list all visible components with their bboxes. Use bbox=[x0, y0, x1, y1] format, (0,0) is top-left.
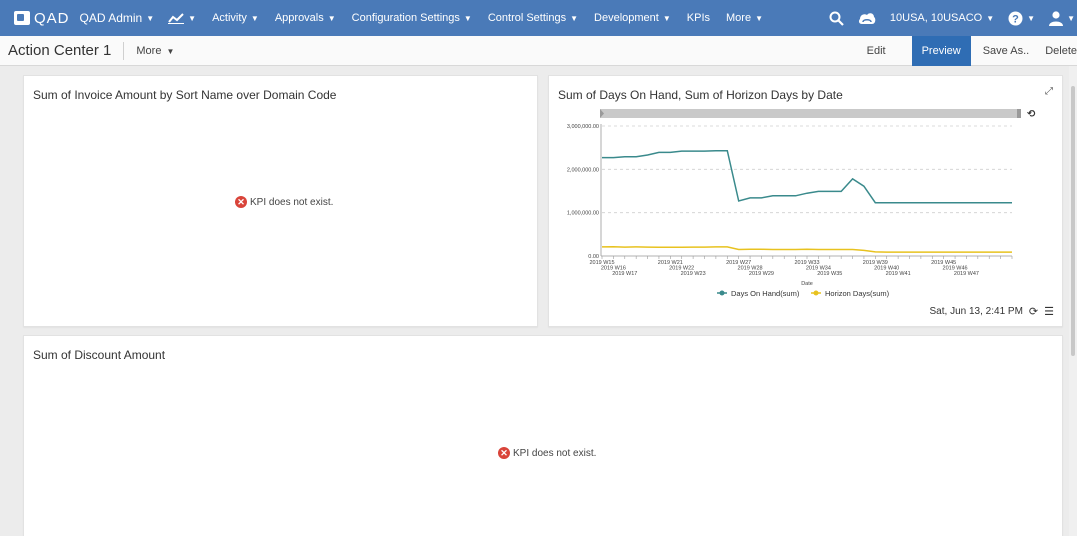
x-tick-label: 2019 W35 bbox=[817, 271, 842, 277]
caret-down-icon: ▼ bbox=[327, 13, 336, 23]
series-line-horizon-days bbox=[601, 245, 1012, 253]
preview-button[interactable]: Preview bbox=[911, 36, 971, 66]
range-selector bbox=[600, 109, 1020, 118]
top-nav: QAD QAD Admin ▼ ▼ Activity ▼ Approvals ▼ C… bbox=[0, 0, 1077, 36]
caret-down-icon: ▼ bbox=[250, 13, 259, 23]
nav-approvals-label: Approvals bbox=[274, 12, 324, 24]
domain-selector[interactable]: 10USA, 10USACO ▼ bbox=[890, 12, 994, 24]
nav-kpis-label: KPIs bbox=[686, 12, 710, 24]
nav-admin-label: QAD Admin bbox=[79, 11, 143, 25]
delete-button[interactable]: Delete bbox=[1037, 36, 1077, 66]
chart-icon bbox=[168, 13, 185, 24]
divider bbox=[123, 41, 125, 60]
nav-more[interactable]: More ▼ bbox=[726, 12, 763, 24]
kpi-panel-invoice: Sum of Invoice Amount by Sort Name over … bbox=[23, 75, 538, 327]
nav-control-settings[interactable]: Control Settings ▼ bbox=[488, 12, 578, 24]
y-tick-label: 3,000,000.00 bbox=[567, 124, 599, 130]
panel-title: Sum of Discount Amount bbox=[33, 348, 166, 362]
y-tick-label: 1,000,000.00 bbox=[567, 211, 599, 217]
x-tick-label: 2019 W29 bbox=[749, 271, 774, 277]
page-scrollbar[interactable] bbox=[1069, 66, 1077, 536]
range-handle-right bbox=[1017, 109, 1021, 118]
list-icon[interactable]: ☰ bbox=[1044, 305, 1054, 318]
page-header: Action Center 1 More ▼ Edit Preview Save … bbox=[0, 36, 1077, 66]
cloud-button[interactable] bbox=[858, 12, 876, 25]
domain-selector-label: 10USA, 10USACO bbox=[889, 12, 983, 24]
legend-marker bbox=[813, 290, 819, 296]
x-axis-label: Date bbox=[801, 281, 813, 287]
line-chart: ⟲0.001,000,000.002,000,000.003,000,000.0… bbox=[567, 109, 1036, 298]
page-actions: Edit Preview Save As.. Delete bbox=[859, 36, 1077, 66]
kpi-error-message: ✕ KPI does not exist. bbox=[498, 447, 596, 459]
search-icon bbox=[829, 11, 844, 26]
caret-down-icon: ▼ bbox=[1067, 13, 1075, 23]
kpi-error-message: ✕ KPI does not exist. bbox=[235, 196, 333, 208]
nav-configuration-settings-label: Configuration Settings bbox=[351, 12, 460, 24]
cloud-icon bbox=[858, 12, 876, 24]
chart-footer: Sat, Jun 13, 2:41 PM ⟳ ☰ bbox=[930, 305, 1054, 318]
kpi-error-text: KPI does not exist. bbox=[513, 447, 597, 459]
caret-down-icon: ▼ bbox=[570, 13, 579, 23]
kpi-panel-days-on-hand: Sum of Days On Hand, Sum of Horizon Days… bbox=[548, 75, 1063, 327]
kpi-panel-discount: Sum of Discount Amount ✕ KPI does not ex… bbox=[23, 335, 1063, 536]
nav-more-label: More bbox=[726, 12, 752, 24]
nav-development-label: Development bbox=[594, 12, 659, 24]
caret-down-icon: ▼ bbox=[986, 13, 995, 23]
svg-text:?: ? bbox=[1012, 13, 1019, 25]
caret-down-icon: ▼ bbox=[662, 13, 671, 23]
error-icon: ✕ bbox=[235, 196, 247, 208]
more-menu-label: More bbox=[136, 44, 162, 57]
logo[interactable]: QAD bbox=[14, 10, 70, 27]
brand-name: QAD bbox=[34, 9, 70, 27]
caret-down-icon: ▼ bbox=[188, 13, 197, 23]
save-as-button[interactable]: Save As.. bbox=[975, 36, 1037, 66]
more-menu-button[interactable]: More ▼ bbox=[136, 45, 174, 57]
nav-kpis[interactable]: KPIs bbox=[687, 12, 710, 24]
reset-zoom-icon: ⟲ bbox=[1027, 109, 1036, 120]
kpi-error-text: KPI does not exist. bbox=[250, 196, 334, 208]
search-button[interactable] bbox=[829, 11, 844, 26]
x-tick-label: 2019 W23 bbox=[681, 271, 706, 277]
series-line-days-on-hand bbox=[602, 149, 1012, 204]
nav-control-settings-label: Control Settings bbox=[487, 12, 567, 24]
user-icon bbox=[1049, 10, 1064, 26]
nav-configuration-settings[interactable]: Configuration Settings ▼ bbox=[352, 12, 472, 24]
help-button[interactable]: ? ▼ bbox=[1008, 11, 1035, 26]
nav-development[interactable]: Development ▼ bbox=[594, 12, 671, 24]
legend-label: Days On Hand(sum) bbox=[731, 289, 800, 298]
caret-down-icon: ▼ bbox=[1027, 13, 1036, 23]
caret-down-icon: ▼ bbox=[166, 46, 175, 56]
x-tick-label: 2019 W17 bbox=[612, 271, 637, 277]
x-tick-label: 2019 W47 bbox=[954, 271, 979, 277]
y-tick-label: 2,000,000.00 bbox=[567, 167, 599, 173]
caret-down-icon: ▼ bbox=[146, 13, 155, 23]
nav-activity-label: Activity bbox=[212, 12, 247, 24]
nav-activity[interactable]: Activity ▼ bbox=[212, 12, 259, 24]
nav-approvals[interactable]: Approvals ▼ bbox=[275, 12, 336, 24]
nav-admin-menu[interactable]: QAD Admin ▼ bbox=[80, 11, 155, 25]
page-title: Action Center 1 bbox=[8, 42, 112, 59]
legend-marker bbox=[719, 290, 725, 296]
panel-title: Sum of Invoice Amount by Sort Name over … bbox=[33, 88, 337, 102]
legend-label: Horizon Days(sum) bbox=[825, 289, 890, 298]
nav-chart-menu[interactable]: ▼ bbox=[168, 12, 196, 24]
caret-down-icon: ▼ bbox=[463, 13, 472, 23]
scrollbar-thumb[interactable] bbox=[1071, 86, 1075, 356]
nav-right: 10USA, 10USACO ▼ ? ▼ ▼ bbox=[829, 0, 1077, 36]
x-tick-label: 2019 W41 bbox=[886, 271, 911, 277]
refresh-icon[interactable]: ⟳ bbox=[1029, 305, 1038, 318]
error-icon: ✕ bbox=[498, 447, 510, 459]
help-icon: ? bbox=[1008, 11, 1023, 25]
qad-logo-icon bbox=[14, 11, 30, 25]
edit-button[interactable]: Edit bbox=[859, 36, 894, 66]
caret-down-icon: ▼ bbox=[755, 13, 763, 23]
user-button[interactable]: ▼ bbox=[1049, 10, 1075, 26]
last-refresh-time: Sat, Jun 13, 2:41 PM bbox=[929, 306, 1023, 317]
